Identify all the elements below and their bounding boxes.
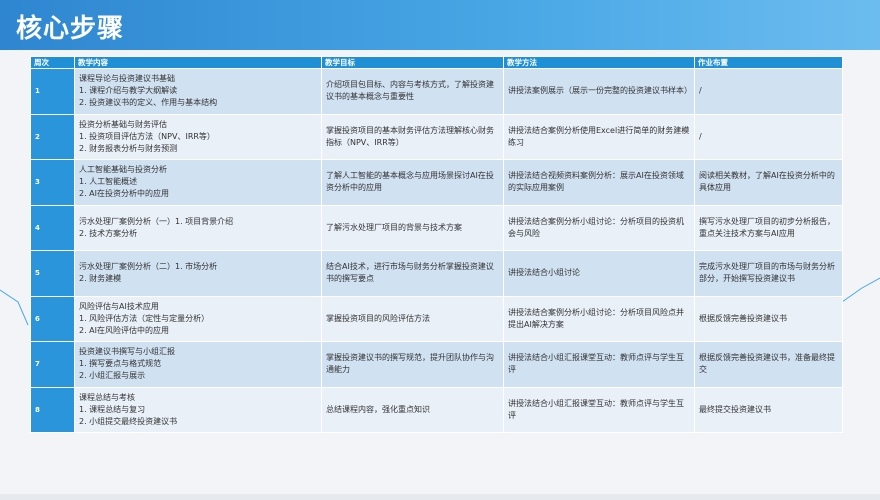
homework: /: [694, 68, 843, 115]
table-row: 6 风险评估与AI技术应用 1. 风险评估方法（定性与定量分析） 2. AI在风…: [30, 295, 843, 342]
teaching-content: 污水处理厂案例分析（一）1. 项目背景介绍 2. 技术方案分析: [74, 204, 322, 251]
table-row: 7 投资建议书撰写与小组汇报 1. 撰写要点与格式规范 2. 小组汇报与展示 掌…: [30, 341, 843, 388]
table-row: 2 投资分析基础与财务评估 1. 投资项目评估方法（NPV、IRR等） 2. 财…: [30, 113, 843, 160]
teaching-method: 讲授法结合视频资料案例分析：展示AI在投资领域的实际应用案例: [503, 159, 695, 206]
teaching-content: 课程导论与投资建议书基础 1. 课程介绍与教学大纲解读 2. 投资建议书的定义、…: [74, 68, 322, 115]
homework: 完成污水处理厂项目的市场与财务分析部分，开始撰写投资建议书: [694, 250, 843, 297]
teaching-method: 讲授法案例展示（展示一份完整的投资建议书样本）: [503, 68, 695, 115]
homework: 根据反馈完善投资建议书: [694, 295, 843, 342]
teaching-goal: 总结课程内容，强化重点知识: [321, 386, 504, 433]
teaching-content: 人工智能基础与投资分析 1. 人工智能概述 2. AI在投资分析中的应用: [74, 159, 322, 206]
teaching-goal: 掌握投资项目的风险评估方法: [321, 295, 504, 342]
teaching-goal: 结合AI技术，进行市场与财务分析掌握投资建议书的撰写要点: [321, 250, 504, 297]
teaching-goal: 掌握投资建议书的撰写规范，提升团队协作与沟通能力: [321, 341, 504, 388]
header-homework: 作业布置: [694, 56, 843, 69]
week-number: 2: [30, 113, 75, 160]
homework: /: [694, 113, 843, 160]
homework: 撰写污水处理厂项目的初步分析报告，重点关注技术方案与AI应用: [694, 204, 843, 251]
page-title: 核心步骤: [16, 14, 125, 44]
week-number: 8: [30, 386, 75, 433]
teaching-method: 讲授法结合案例分析使用Excel进行简单的财务建模练习: [503, 113, 695, 160]
teaching-content: 投资分析基础与财务评估 1. 投资项目评估方法（NPV、IRR等） 2. 财务报…: [74, 113, 322, 160]
table-row: 3 人工智能基础与投资分析 1. 人工智能概述 2. AI在投资分析中的应用 了…: [30, 159, 843, 206]
teaching-content: 污水处理厂案例分析（二）1. 市场分析 2. 财务建模: [74, 250, 322, 297]
header-content: 教学内容: [74, 56, 322, 69]
teaching-method: 讲授法结合小组讨论: [503, 250, 695, 297]
core-steps-table: 周次 教学内容 教学目标 教学方法 作业布置 1 课程导论与投资建议书基础 1.…: [30, 56, 843, 433]
left-decoration-line: [0, 289, 29, 326]
table-header-row: 周次 教学内容 教学目标 教学方法 作业布置: [30, 56, 843, 69]
week-number: 7: [30, 341, 75, 388]
homework: 根据反馈完善投资建议书，准备最终提交: [694, 341, 843, 388]
teaching-goal: 了解污水处理厂项目的背景与技术方案: [321, 204, 504, 251]
teaching-content: 课程总结与考核 1. 课程总结与复习 2. 小组提交最终投资建议书: [74, 386, 322, 433]
core-steps-table-container: 周次 教学内容 教学目标 教学方法 作业布置 1 课程导论与投资建议书基础 1.…: [30, 56, 843, 433]
week-number: 1: [30, 68, 75, 115]
teaching-method: 讲授法结合案例分析小组讨论：分析项目风险点并提出AI解决方案: [503, 295, 695, 342]
teaching-goal: 介绍项目包目标、内容与考核方式，了解投资建议书的基本概念与重要性: [321, 68, 504, 115]
teaching-method: 讲授法结合案例分析小组讨论：分析项目的投资机会与风险: [503, 204, 695, 251]
title-bar: 核心步骤: [0, 0, 880, 50]
footer-strip: [0, 494, 880, 500]
week-number: 6: [30, 295, 75, 342]
table-row: 5 污水处理厂案例分析（二）1. 市场分析 2. 财务建模 结合AI技术，进行市…: [30, 250, 843, 297]
week-number: 4: [30, 204, 75, 251]
week-number: 3: [30, 159, 75, 206]
teaching-method: 讲授法结合小组汇报课堂互动：教师点评与学生互评: [503, 341, 695, 388]
teaching-content: 投资建议书撰写与小组汇报 1. 撰写要点与格式规范 2. 小组汇报与展示: [74, 341, 322, 388]
header-goal: 教学目标: [321, 56, 504, 69]
table-row: 4 污水处理厂案例分析（一）1. 项目背景介绍 2. 技术方案分析 了解污水处理…: [30, 204, 843, 251]
homework: 最终提交投资建议书: [694, 386, 843, 433]
teaching-goal: 了解人工智能的基本概念与应用场景探讨AI在投资分析中的应用: [321, 159, 504, 206]
homework: 阅读相关教材，了解AI在投资分析中的具体应用: [694, 159, 843, 206]
header-week: 周次: [30, 56, 75, 69]
table-row: 1 课程导论与投资建议书基础 1. 课程介绍与教学大纲解读 2. 投资建议书的定…: [30, 68, 843, 115]
table-row: 8 课程总结与考核 1. 课程总结与复习 2. 小组提交最终投资建议书 总结课程…: [30, 386, 843, 433]
header-method: 教学方法: [503, 56, 695, 69]
week-number: 5: [30, 250, 75, 297]
right-decoration-line: [842, 277, 880, 303]
teaching-content: 风险评估与AI技术应用 1. 风险评估方法（定性与定量分析） 2. AI在风险评…: [74, 295, 322, 342]
teaching-method: 讲授法结合小组汇报课堂互动：教师点评与学生互评: [503, 386, 695, 433]
teaching-goal: 掌握投资项目的基本财务评估方法理解核心财务指标（NPV、IRR等）: [321, 113, 504, 160]
